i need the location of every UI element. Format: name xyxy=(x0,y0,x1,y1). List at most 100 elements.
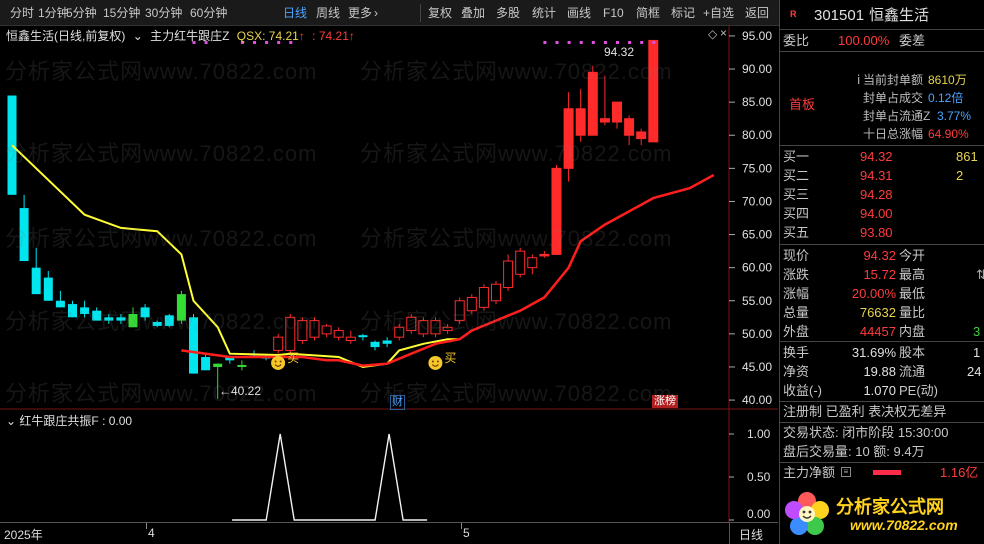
x-tick-label: 5 xyxy=(463,526,470,540)
bid-label: 买二 xyxy=(783,168,810,183)
change-value: 15.72 xyxy=(863,267,896,282)
candle xyxy=(19,194,29,262)
inner-label: 内盘 xyxy=(899,324,926,339)
candle-body xyxy=(539,253,550,257)
overlay-button[interactable]: 叠加 xyxy=(461,5,485,21)
seal-float-value: 3.77% xyxy=(937,109,972,123)
candle-body xyxy=(140,307,150,318)
formula-name[interactable]: 主力红牛跟庄Z xyxy=(150,29,229,43)
simple-frame-button[interactable]: 简框 xyxy=(636,5,660,21)
stats-button[interactable]: 统计 xyxy=(532,5,556,21)
candle-body xyxy=(418,320,429,335)
after-hours-text: 盘后交易量: 10 额: 9.4万 xyxy=(783,444,925,459)
bid-row[interactable]: 买一 94.32 861 xyxy=(780,147,984,166)
y-tick-label: 90.00 xyxy=(742,62,772,76)
candle xyxy=(176,290,186,324)
period-tab-60min[interactable]: 60分钟 xyxy=(190,5,227,21)
seal-volume-value: 0.12倍 xyxy=(928,91,964,105)
sort-icon[interactable]: ⇅ xyxy=(976,265,984,284)
candle xyxy=(599,75,610,126)
eps-row: 收益(-) 1.070 PE(动) xyxy=(780,381,984,400)
list-icon[interactable]: ≡ xyxy=(841,467,851,477)
period-tab-more[interactable]: 更多 › xyxy=(348,5,378,21)
candle xyxy=(370,340,380,351)
after-hours-row: 盘后交易量: 10 额: 9.4万 xyxy=(780,442,984,461)
open-label: 今开 xyxy=(899,248,926,263)
candle xyxy=(575,88,586,142)
high-price-mark: 94.32 xyxy=(604,45,635,59)
period-tab-weekly[interactable]: 周线 xyxy=(316,5,340,21)
candle-body xyxy=(7,95,17,195)
close-icon[interactable]: × xyxy=(720,26,727,40)
f10-button[interactable]: F10 xyxy=(603,5,624,21)
candle xyxy=(43,270,53,301)
stock-name[interactable]: 恒鑫生活 xyxy=(869,6,929,26)
candle xyxy=(333,327,344,341)
seal-amount-label: 当前封单额 xyxy=(863,73,924,87)
capital-label: 股本 xyxy=(899,345,926,360)
kline-chart[interactable]: 95.00 90.00 85.00 80.00 75.00 70.00 65.00 60.00… xyxy=(0,26,778,410)
candle-body xyxy=(201,357,211,371)
period-tab-fenshi[interactable]: 分时 xyxy=(10,5,34,21)
float-label: 流通 xyxy=(899,364,926,379)
draw-line-button[interactable]: 画线 xyxy=(567,5,591,21)
period-tab-1min[interactable]: 1分钟 xyxy=(38,5,69,21)
candle xyxy=(92,307,102,321)
bid-row[interactable]: 买五 93.80 xyxy=(780,223,984,242)
bid-label: 买一 xyxy=(783,149,810,164)
diamond-icon[interactable]: ◇ xyxy=(708,27,717,41)
period-tab-5min[interactable]: 5分钟 xyxy=(66,5,97,21)
adjust-button[interactable]: 复权 xyxy=(428,5,452,21)
multi-stock-button[interactable]: 多股 xyxy=(496,5,520,21)
candle-body xyxy=(189,317,198,374)
period-tab-30min[interactable]: 30分钟 xyxy=(145,5,182,21)
bid-row[interactable]: 买二 94.31 2 xyxy=(780,166,984,185)
add-watchlist-button[interactable]: +自选 xyxy=(703,5,734,21)
volume-label: 总量 xyxy=(783,305,810,320)
indicator-label: 红牛跟庄共振F : 0.00 xyxy=(19,414,133,428)
candle xyxy=(285,314,296,354)
candle-body xyxy=(382,340,392,344)
zhangbang-tag[interactable]: 涨榜 xyxy=(652,395,678,408)
ind-tick-label: 0.00 xyxy=(747,507,771,521)
seal-amount-value: 8610万 xyxy=(928,73,967,87)
candle-body xyxy=(491,283,501,302)
candle xyxy=(466,294,477,314)
mark-button[interactable]: 标记 xyxy=(671,5,695,21)
period-tab-15min[interactable]: 15分钟 xyxy=(103,5,140,21)
period-corner-label[interactable]: 日线 xyxy=(739,526,763,543)
candle-body xyxy=(321,325,332,335)
stock-code[interactable]: 301501 xyxy=(814,6,864,26)
candle xyxy=(551,165,562,255)
candle-body xyxy=(370,341,380,348)
period-tab-daily[interactable]: 日线 xyxy=(283,5,307,21)
chevron-down-icon[interactable]: ⌄ xyxy=(6,414,16,428)
main-flow-row: 主力净额 ≡ 1.16亿 xyxy=(780,463,984,482)
pct-row: 涨幅 20.00% 最低 xyxy=(780,284,984,303)
candle xyxy=(164,314,174,328)
turnover-label: 换手 xyxy=(783,345,810,360)
ten-day-label: 十日总涨幅 xyxy=(863,127,924,141)
trade-state-row: 交易状态: 闭市阶段 15:30:00 xyxy=(780,423,984,442)
divider xyxy=(780,244,984,245)
red-follow-line xyxy=(181,173,715,367)
finance-tag[interactable]: 财 xyxy=(390,395,405,410)
capital-value: 1 xyxy=(973,345,981,360)
bid-row[interactable]: 买三 94.28 xyxy=(780,185,984,204)
candle xyxy=(454,297,465,324)
candle xyxy=(430,317,441,338)
chevron-down-icon[interactable]: ⌄ xyxy=(133,29,143,43)
eps-label: 收益(-) xyxy=(783,383,822,398)
signal-dot xyxy=(652,41,656,44)
bid-row[interactable]: 买四 94.00 xyxy=(780,204,984,223)
y-tick-label: 55.00 xyxy=(742,294,772,308)
ten-day-value: 64.90% xyxy=(928,127,969,141)
back-button[interactable]: 返回 xyxy=(745,5,769,21)
candle xyxy=(68,300,77,318)
candle xyxy=(80,300,90,318)
candle xyxy=(321,323,332,338)
candle xyxy=(128,307,138,328)
candle-body xyxy=(587,71,598,136)
indicator-pane[interactable]: ⌄ 红牛跟庄共振F : 0.00 1.00 0.50 0.00 xyxy=(0,410,778,522)
candle-body xyxy=(104,317,114,321)
